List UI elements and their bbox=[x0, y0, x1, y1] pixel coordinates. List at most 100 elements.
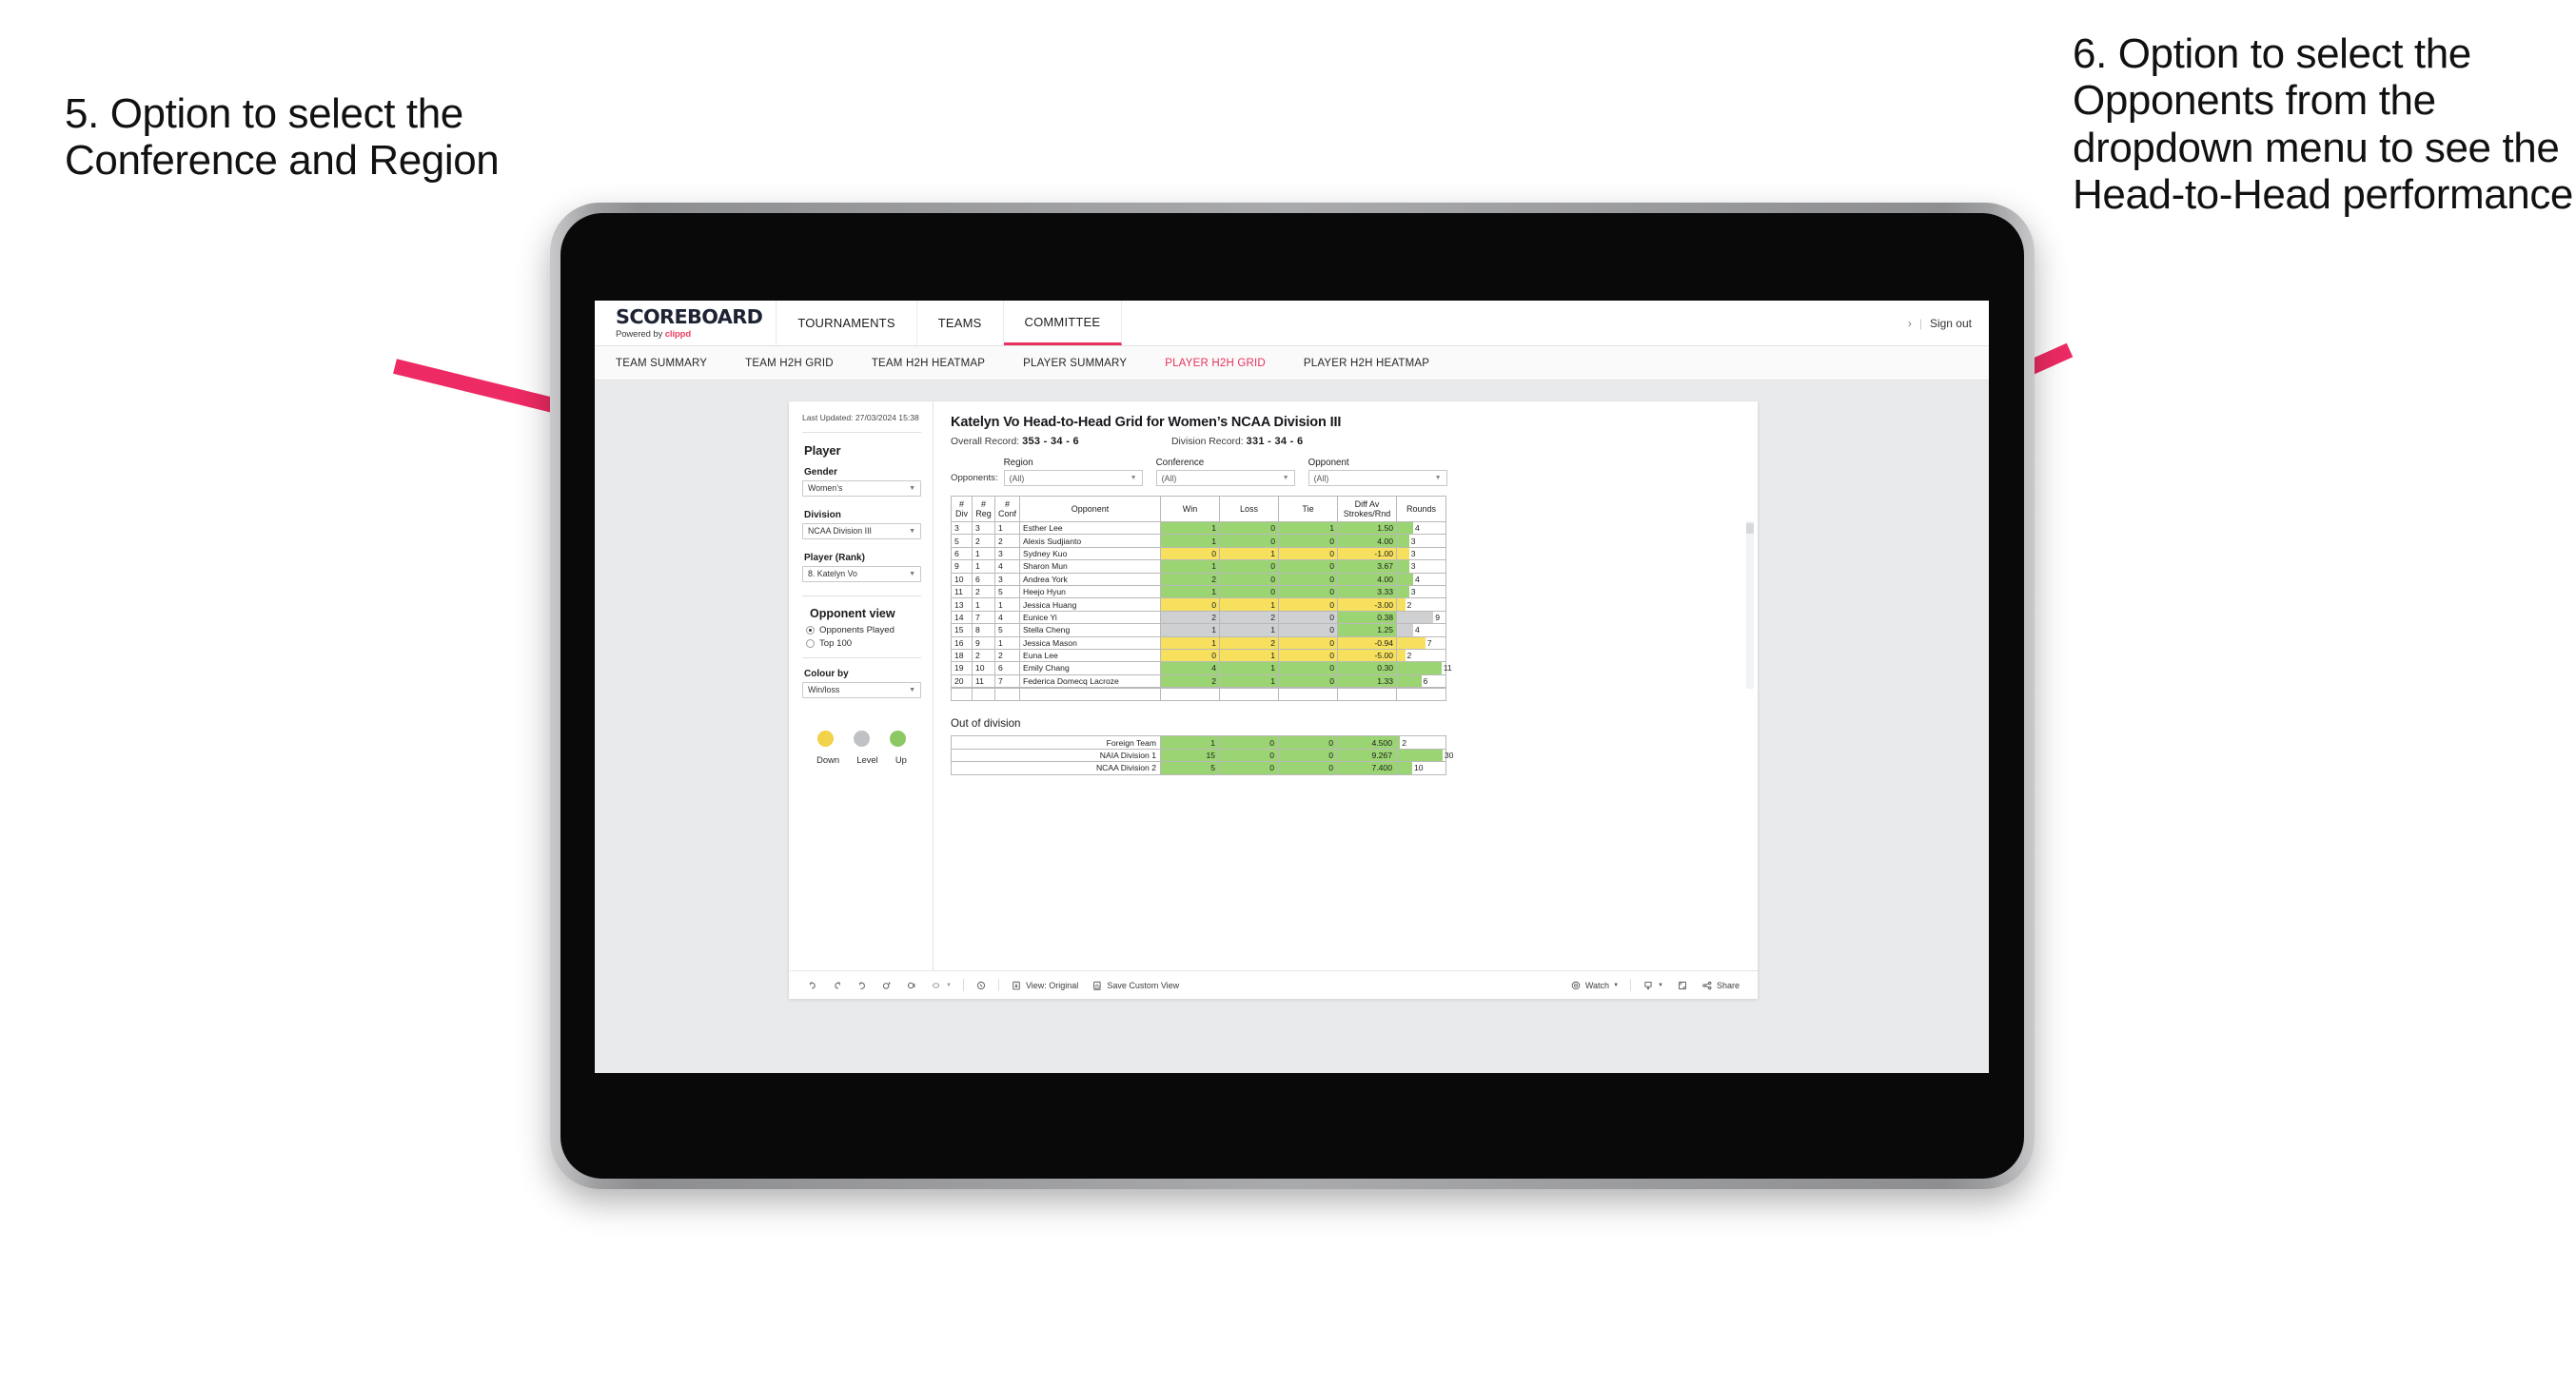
cell-div: 16 bbox=[951, 635, 973, 650]
watch-button[interactable]: Watch ▼ bbox=[1563, 980, 1625, 991]
dropdown-player-rank[interactable]: 8. Katelyn Vo ▼ bbox=[802, 565, 921, 582]
cell-div: 14 bbox=[951, 610, 973, 625]
cell-rounds: 2 bbox=[1396, 597, 1447, 612]
cell-ood-diff: 7.400 bbox=[1337, 761, 1397, 775]
share-button[interactable]: Share bbox=[1695, 980, 1746, 991]
cell-opponent: Sharon Mun bbox=[1019, 559, 1162, 574]
visualization-card: Last Updated: 27/03/2024 15:38 Player Ge… bbox=[789, 401, 1758, 999]
cell-tie: 0 bbox=[1278, 673, 1339, 689]
table-row[interactable]: 18 2 2 Euna Lee 0 1 0 -5.00 2 bbox=[951, 648, 1447, 663]
tab-team-h2h-grid[interactable]: TEAM H2H GRID bbox=[745, 358, 855, 369]
cell-diff: 4.00 bbox=[1337, 572, 1398, 586]
cell-rounds: 9 bbox=[1396, 610, 1447, 625]
out-of-division-row[interactable]: Foreign Team 1 0 0 4.500 2 bbox=[951, 735, 1446, 750]
filter-opponent: Opponent (All) ▼ bbox=[1308, 458, 1447, 486]
table-row[interactable]: 15 8 5 Stella Cheng 1 1 0 1.25 4 bbox=[951, 623, 1447, 637]
dropdown-gender[interactable]: Women’s ▼ bbox=[802, 479, 921, 497]
table-row[interactable]: 11 2 5 Heejo Hyun 1 0 0 3.33 3 bbox=[951, 584, 1447, 599]
save-custom-view-button[interactable]: Save Custom View bbox=[1085, 980, 1186, 991]
tab-player-h2h-grid[interactable]: PLAYER H2H GRID bbox=[1165, 358, 1287, 369]
h2h-table-body: 3 3 1 Esther Lee 1 0 1 1.50 4 5 2 2 Alexis Sudjianto… bbox=[951, 520, 1452, 689]
redo-button[interactable] bbox=[825, 980, 850, 991]
sign-out-link[interactable]: Sign out bbox=[1930, 317, 1972, 330]
revert-button[interactable] bbox=[850, 980, 875, 991]
nav-item-teams[interactable]: TEAMS bbox=[917, 301, 1004, 345]
undo-button[interactable] bbox=[800, 980, 825, 991]
out-of-division-body: Foreign Team 1 0 0 4.500 2 NAIA Division 1 15 0 0… bbox=[951, 735, 1453, 775]
table-row[interactable]: 20 11 7 Federica Domecq Lacroze 2 1 0 1.33 6 bbox=[951, 673, 1447, 689]
table-row[interactable]: 19 10 6 Emily Chang 4 1 0 0.30 11 bbox=[951, 661, 1452, 675]
header-divider: | bbox=[1918, 316, 1922, 330]
filter-conference-dropdown[interactable]: (All) ▼ bbox=[1155, 470, 1295, 486]
legend-label-level: Level bbox=[856, 753, 878, 765]
filter-sidebar: Last Updated: 27/03/2024 15:38 Player Ge… bbox=[789, 401, 934, 970]
cell-reg: 2 bbox=[972, 584, 995, 599]
dropdown-colour-by[interactable]: Win/loss ▼ bbox=[802, 681, 921, 698]
watch-label: Watch bbox=[1584, 980, 1610, 990]
filter-opponent-dropdown[interactable]: (All) ▼ bbox=[1308, 470, 1447, 486]
tab-team-h2h-heatmap[interactable]: TEAM H2H HEATMAP bbox=[872, 358, 1006, 369]
refresh-button[interactable] bbox=[875, 980, 899, 991]
page-title: Katelyn Vo Head-to-Head Grid for Women’s… bbox=[951, 415, 1342, 430]
chevron-right-icon[interactable]: › bbox=[1908, 317, 1912, 330]
table-row[interactable]: 6 1 3 Sydney Kuo 0 1 0 -1.00 3 bbox=[951, 546, 1447, 561]
nav-item-committee[interactable]: COMMITTEE bbox=[1003, 301, 1123, 345]
table-filler-row bbox=[951, 688, 1446, 702]
table-row[interactable]: 5 2 2 Alexis Sudjianto 1 0 0 4.00 3 bbox=[951, 534, 1447, 548]
table-scrollbar-track[interactable] bbox=[1746, 521, 1754, 689]
table-row[interactable]: 9 1 4 Sharon Mun 1 0 0 3.67 3 bbox=[951, 559, 1447, 574]
dropdown-colour-by-value: Win/loss bbox=[808, 685, 840, 695]
legend-label-up: Up bbox=[895, 753, 907, 765]
share-icon bbox=[1701, 980, 1713, 991]
cell-div: 19 bbox=[951, 661, 973, 675]
col-div: # Div bbox=[951, 496, 973, 522]
cell-ood-rounds: 2 bbox=[1396, 735, 1446, 750]
radio-opponents-played[interactable]: Opponents Played bbox=[806, 625, 921, 635]
tab-player-h2h-heatmap[interactable]: PLAYER H2H HEATMAP bbox=[1304, 358, 1450, 369]
toolbar-divider-1 bbox=[962, 979, 964, 991]
brand-wordmark: SCOREBOARD bbox=[616, 304, 763, 328]
cell-loss: 0 bbox=[1219, 572, 1280, 586]
cell-rounds: 2 bbox=[1396, 648, 1447, 663]
table-row[interactable]: 3 3 1 Esther Lee 1 0 1 1.50 4 bbox=[951, 520, 1447, 536]
table-row[interactable]: 10 6 3 Andrea York 2 0 0 4.00 4 bbox=[951, 572, 1447, 586]
cell-diff: -5.00 bbox=[1337, 648, 1398, 663]
pause-refresh-button[interactable] bbox=[899, 980, 924, 991]
cell-diff: 3.67 bbox=[1337, 559, 1398, 574]
cell-loss: 2 bbox=[1219, 635, 1280, 650]
sidebar-divider-1 bbox=[802, 431, 921, 433]
dropdown-division[interactable]: NCAA Division III ▼ bbox=[802, 522, 921, 539]
cell-win: 2 bbox=[1160, 610, 1221, 625]
filter-region-dropdown[interactable]: (All) ▼ bbox=[1003, 470, 1143, 486]
tab-team-summary[interactable]: TEAM SUMMARY bbox=[616, 358, 728, 369]
out-of-division-row[interactable]: NCAA Division 2 5 0 0 7.400 10 bbox=[951, 761, 1446, 775]
header-right: › | Sign out bbox=[1908, 301, 1989, 345]
undo-icon bbox=[807, 980, 818, 991]
radio-top-100[interactable]: Top 100 bbox=[806, 638, 921, 649]
filter-region: Region (All) ▼ bbox=[1003, 458, 1143, 486]
cell-win: 1 bbox=[1160, 534, 1221, 548]
table-row[interactable]: 14 7 4 Eunice Yi 2 2 0 0.38 9 bbox=[951, 610, 1447, 625]
cell-tie: 1 bbox=[1278, 520, 1339, 536]
cell-win: 4 bbox=[1160, 661, 1221, 675]
cell-diff: 3.33 bbox=[1337, 584, 1398, 599]
fullscreen-button[interactable] bbox=[1670, 980, 1695, 991]
download-button[interactable]: ▼ bbox=[1636, 980, 1670, 991]
table-row[interactable]: 16 9 1 Jessica Mason 1 2 0 -0.94 7 bbox=[951, 635, 1447, 650]
tab-player-summary[interactable]: PLAYER SUMMARY bbox=[1023, 358, 1148, 369]
cell-conf: 1 bbox=[993, 597, 1021, 612]
visualization-body: Last Updated: 27/03/2024 15:38 Player Ge… bbox=[789, 401, 1758, 970]
cell-opponent: Stella Cheng bbox=[1019, 623, 1162, 637]
highlight-button[interactable] bbox=[969, 980, 993, 991]
nav-item-tournaments[interactable]: TOURNAMENTS bbox=[777, 301, 917, 345]
h2h-table-head: # Div # Reg # Conf Opponent Win Loss Tie Di… bbox=[951, 496, 1447, 522]
cell-win: 2 bbox=[1160, 673, 1221, 689]
pause-auto-update-button[interactable]: ▼ bbox=[924, 980, 958, 991]
out-of-division-row[interactable]: NAIA Division 1 15 0 0 9.267 30 bbox=[951, 748, 1453, 763]
table-scrollbar-thumb[interactable] bbox=[1746, 523, 1754, 534]
table-row[interactable]: 13 1 1 Jessica Huang 0 1 0 -3.00 2 bbox=[951, 597, 1447, 612]
cell-conf: 5 bbox=[993, 623, 1021, 637]
col-diff-av-strokes: Diff Av Strokes/Rnd bbox=[1337, 496, 1398, 522]
cell-ood-tie: 0 bbox=[1278, 735, 1338, 750]
view-original-button[interactable]: View: Original bbox=[1004, 980, 1085, 991]
